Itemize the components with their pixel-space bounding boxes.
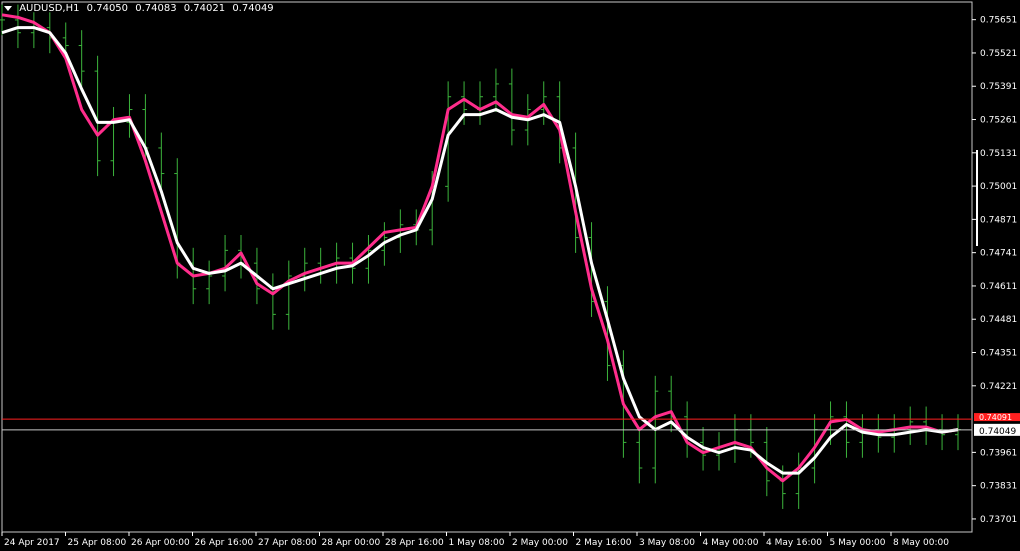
time-tick-label: 4 May 16:00 [766,538,822,548]
price-bar [477,81,483,125]
price-tick-label: 0.74221 [980,382,1017,392]
price-bar [955,414,961,451]
bid-price-label: 0.74091 [979,413,1012,422]
price-tick-label: 0.75001 [980,182,1017,192]
time-tick-label: 4 May 00:00 [703,538,759,548]
time-tick-label: 28 Apr 00:00 [322,538,381,548]
plot-frame [1,1,973,533]
time-tick-label: 28 Apr 16:00 [385,538,444,548]
time-tick-label: 1 May 08:00 [449,538,505,548]
price-tick-label: 0.75131 [980,149,1017,159]
price-bar [285,260,292,330]
price-bar [158,132,165,189]
price-bar [492,68,499,113]
price-bar [508,68,515,146]
price-bar [222,234,229,292]
time-tick-label: 8 May 00:00 [893,538,949,548]
price-tick-label: 0.74351 [980,349,1017,359]
price-tick-label: 0.74611 [980,282,1017,292]
price-tick-label: 0.75651 [980,16,1017,26]
time-tick-label: 24 Apr 2017 [4,538,60,548]
time-tick-label: 27 Apr 08:00 [258,538,317,548]
price-bar [301,247,308,292]
price-tick-label: 0.74871 [980,215,1017,225]
time-tick-label: 3 May 08:00 [639,538,695,548]
time-tick-label: 26 Apr 00:00 [131,538,190,548]
price-tick-label: 0.75391 [980,82,1017,92]
price-tick-label: 0.74481 [980,315,1017,325]
price-bar [365,234,372,284]
price-tick-label: 0.73831 [980,482,1017,492]
time-tick-label: 26 Apr 16:00 [195,538,254,548]
price-tick-label: 0.73701 [980,515,1017,525]
time-tick-label: 2 May 00:00 [512,538,568,548]
price-chart[interactable]: 0.75651 0.75521 0.75391 0.75261 0.75131 0.750… [0,0,1020,551]
price-bar [269,273,276,330]
time-tick-label: 5 May 00:00 [830,538,886,548]
price-bar [731,414,738,463]
current-price-label: 0.74049 [979,427,1016,437]
price-tick-label: 0.75521 [980,49,1017,59]
price-bar [206,260,213,305]
price-tick-label: 0.75261 [980,116,1017,126]
price-bar [78,30,85,87]
time-tick-label: 2 May 16:00 [576,538,632,548]
price-tick-label: 0.73961 [980,448,1017,458]
time-tick-label: 25 Apr 08:00 [68,538,127,548]
price-bar [110,106,117,177]
price-bar [317,247,324,284]
price-bar [30,12,37,49]
price-bar [859,414,866,458]
price-bar [795,452,802,509]
price-bar [636,427,643,484]
price-tick-label: 0.74741 [980,249,1017,259]
